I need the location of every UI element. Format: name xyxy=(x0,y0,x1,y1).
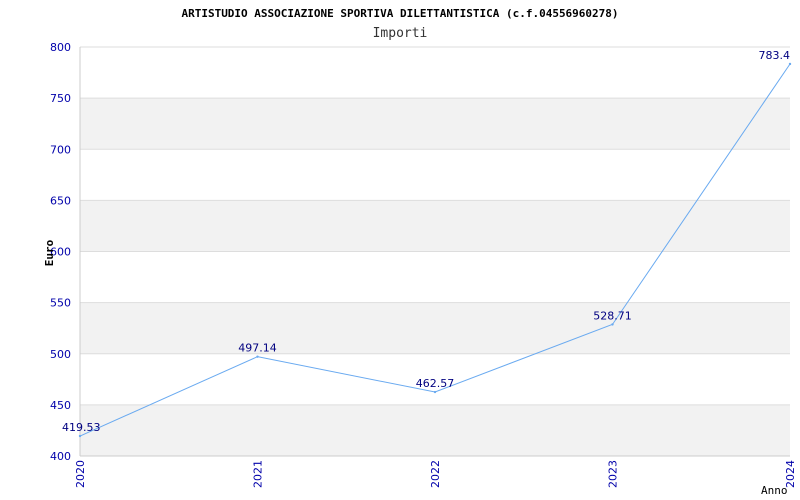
x-tick-label: 2022 xyxy=(429,460,442,488)
data-label: 783.4 xyxy=(759,49,791,62)
data-point xyxy=(788,62,792,66)
y-tick-label: 400 xyxy=(50,450,71,463)
y-tick-label: 800 xyxy=(50,41,71,54)
grid-band xyxy=(80,302,790,354)
data-point xyxy=(611,323,614,326)
grid-band xyxy=(80,98,790,150)
x-tick-label: 2023 xyxy=(607,460,620,488)
y-axis-label: Euro xyxy=(43,239,56,266)
data-point xyxy=(433,390,437,394)
y-tick-label: 450 xyxy=(50,399,71,412)
line-chart: 419.53 497.14 462.57 528.71 783.4 400 450 500 5… xyxy=(43,7,797,497)
data-label: 419.53 xyxy=(62,421,101,434)
data-label: 528.71 xyxy=(593,309,632,322)
data-label: 497.14 xyxy=(238,342,277,355)
x-tick-label: 2020 xyxy=(74,460,87,488)
data-label: 462.57 xyxy=(416,377,455,390)
y-tick-label: 550 xyxy=(50,297,71,310)
chart-title: ARTISTUDIO ASSOCIAZIONE SPORTIVA DILETTA… xyxy=(181,7,618,20)
y-tick-label: 500 xyxy=(50,348,71,361)
y-tick-label: 700 xyxy=(50,143,71,156)
y-tick-label: 650 xyxy=(50,194,71,207)
data-point xyxy=(256,355,259,358)
chart-subtitle: Importi xyxy=(373,26,428,41)
data-point xyxy=(78,434,82,438)
x-tick-labels: 2020 2021 2022 2023 2024 xyxy=(74,460,797,488)
x-axis-label: Anno xyxy=(761,484,788,497)
grid-band xyxy=(80,200,790,252)
grid-band xyxy=(80,404,790,456)
y-tick-label: 750 xyxy=(50,92,71,105)
x-tick-label: 2021 xyxy=(252,460,265,488)
